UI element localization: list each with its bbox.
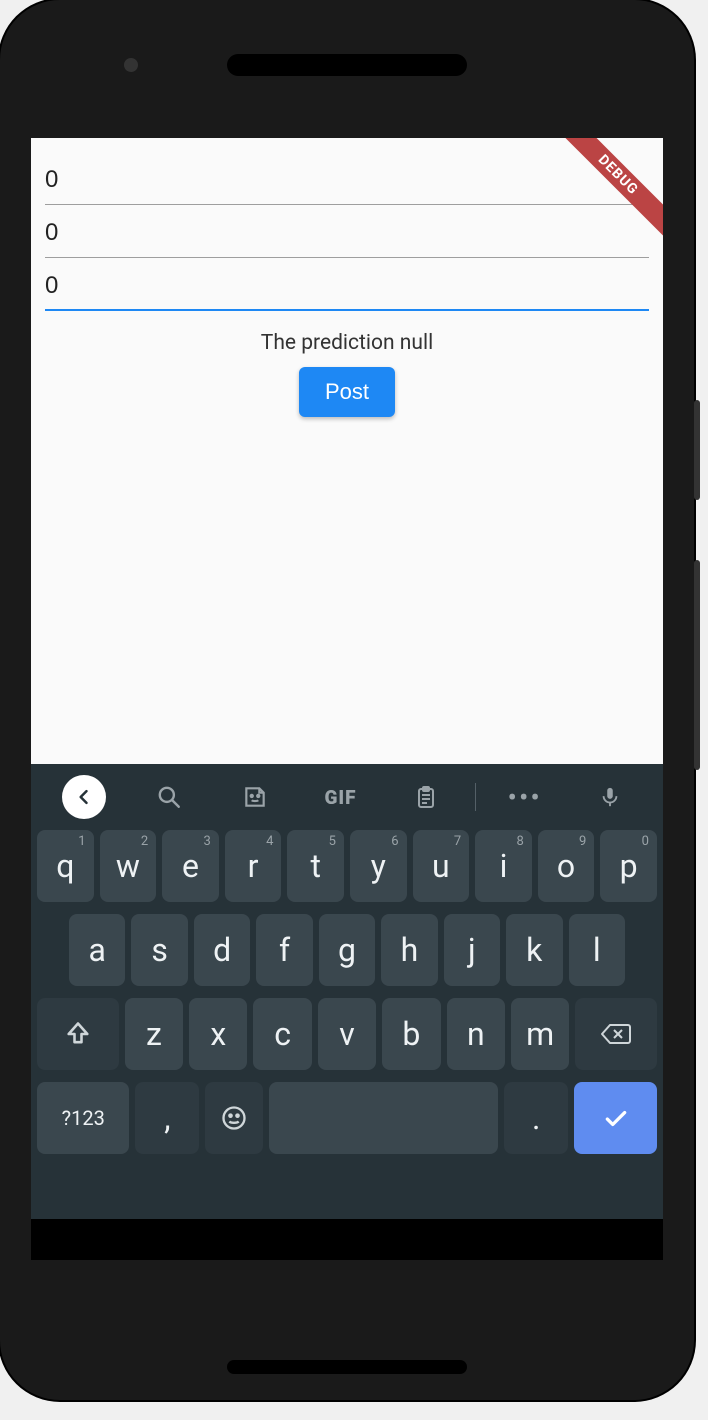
input-field-2[interactable]: [45, 205, 649, 258]
gif-icon[interactable]: GIF: [298, 786, 384, 809]
input-column: [31, 138, 663, 311]
key-q[interactable]: q1: [37, 830, 94, 902]
input-field-3[interactable]: [45, 258, 649, 311]
power-button: [694, 400, 700, 500]
keyboard-row-1: q1w2e3r4t5y6u7i8o9p0: [37, 830, 657, 902]
key-n[interactable]: n: [447, 998, 505, 1070]
key-p[interactable]: p0: [600, 830, 657, 902]
key-s[interactable]: s: [131, 914, 187, 986]
key-v[interactable]: v: [318, 998, 376, 1070]
key-b[interactable]: b: [382, 998, 440, 1070]
key-enter[interactable]: [574, 1082, 657, 1154]
more-icon[interactable]: •••: [482, 781, 568, 814]
post-button[interactable]: Post: [299, 367, 395, 417]
key-emoji[interactable]: [205, 1082, 262, 1154]
nav-bar: [31, 1219, 663, 1260]
key-f[interactable]: f: [256, 914, 312, 986]
key-c[interactable]: c: [253, 998, 311, 1070]
key-comma[interactable]: ,: [135, 1082, 199, 1154]
keyboard-toolbar: GIF •••: [31, 764, 663, 830]
toolbar-divider: [475, 783, 476, 811]
key-z[interactable]: z: [125, 998, 183, 1070]
sticker-icon[interactable]: [212, 784, 298, 810]
key-k[interactable]: k: [506, 914, 562, 986]
search-icon[interactable]: [127, 784, 213, 810]
clipboard-icon[interactable]: [383, 784, 469, 810]
bottom-grille: [227, 1360, 467, 1374]
key-u[interactable]: u7: [413, 830, 470, 902]
key-l[interactable]: l: [569, 914, 625, 986]
kb-collapse-button[interactable]: [41, 775, 127, 819]
keyboard-row-4: ?123, .: [37, 1082, 657, 1154]
key-a[interactable]: a: [69, 914, 125, 986]
speaker-grille: [227, 54, 467, 76]
key-e[interactable]: e3: [162, 830, 219, 902]
key-w[interactable]: w2: [100, 830, 157, 902]
screen: DEBUG The prediction null Post: [31, 138, 663, 1260]
volume-button: [694, 560, 700, 770]
key-r[interactable]: r4: [225, 830, 282, 902]
key-m[interactable]: m: [511, 998, 569, 1070]
key-t[interactable]: t5: [287, 830, 344, 902]
key-y[interactable]: y6: [350, 830, 407, 902]
phone-frame: DEBUG The prediction null Post: [0, 0, 694, 1400]
key-i[interactable]: i8: [475, 830, 532, 902]
front-camera: [124, 58, 138, 72]
input-field-1[interactable]: [45, 152, 649, 205]
prediction-text: The prediction null: [31, 331, 663, 355]
keyboard-row-2: asdfghjkl: [37, 914, 657, 986]
key-o[interactable]: o9: [538, 830, 595, 902]
key-symbols[interactable]: ?123: [37, 1082, 129, 1154]
keyboard: GIF ••• q1w2e3r4t5y6u7i8o9p0 asdfghjkl z…: [31, 764, 663, 1219]
key-d[interactable]: d: [194, 914, 250, 986]
key-j[interactable]: j: [444, 914, 500, 986]
key-backspace[interactable]: [575, 998, 657, 1070]
key-space[interactable]: [269, 1082, 499, 1154]
keyboard-rows: q1w2e3r4t5y6u7i8o9p0 asdfghjkl zxcvbnm ?…: [31, 830, 663, 1154]
key-x[interactable]: x: [189, 998, 247, 1070]
mic-icon[interactable]: [567, 784, 653, 810]
key-shift[interactable]: [37, 998, 119, 1070]
keyboard-row-3: zxcvbnm: [37, 998, 657, 1070]
app-content: DEBUG The prediction null Post: [31, 138, 663, 764]
key-g[interactable]: g: [319, 914, 375, 986]
key-h[interactable]: h: [381, 914, 437, 986]
key-period[interactable]: .: [504, 1082, 568, 1154]
